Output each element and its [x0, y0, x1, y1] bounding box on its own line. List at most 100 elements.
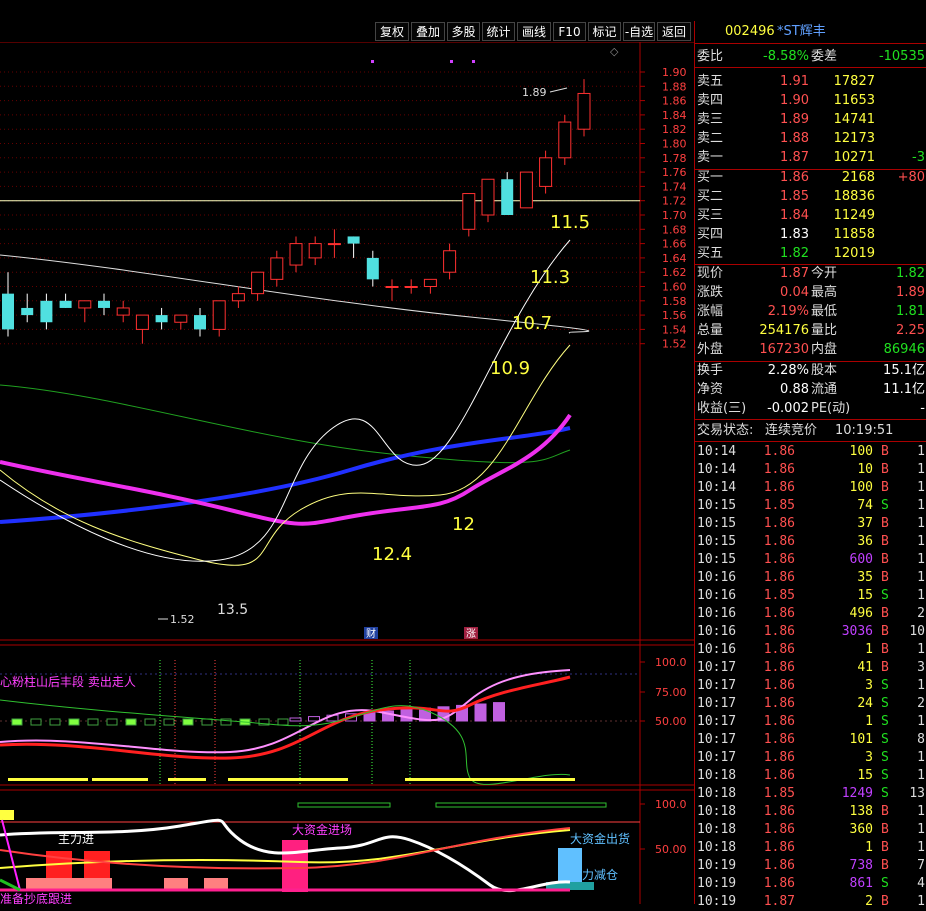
- tick-row[interactable]: 10:16 1.85 15 S 1: [695, 587, 926, 605]
- candle-body[interactable]: [462, 193, 476, 230]
- tick-row[interactable]: 10:16 1.86 3036 B 10: [695, 623, 926, 641]
- toolbar-button-0[interactable]: 复权: [375, 22, 409, 41]
- stat-value: -0.002: [767, 401, 809, 416]
- weicha-value: -10535: [878, 49, 925, 64]
- candle-body[interactable]: [539, 157, 553, 187]
- tick-row[interactable]: 10:15 1.86 37 B 1: [695, 515, 926, 533]
- tick-row[interactable]: 10:17 1.86 1 S 1: [695, 713, 926, 731]
- ask-row-4[interactable]: 卖一 1.87 10271 -3: [695, 148, 926, 167]
- diamond-icon[interactable]: ◇: [610, 45, 619, 58]
- stat2-row-2[interactable]: 收益(三) -0.002 PE(动) -: [695, 399, 926, 418]
- candle-body[interactable]: [59, 300, 72, 308]
- candle-body[interactable]: [40, 300, 53, 323]
- tick-row[interactable]: 10:18 1.86 138 B 1: [695, 803, 926, 821]
- toolbar-button-3[interactable]: 统计: [482, 22, 515, 41]
- kline-chart-area[interactable]: 1.901.88 1.861.841.82 1.801.781.761.74 1.72…: [0, 0, 694, 904]
- stat-row-0[interactable]: 现价 1.87 今开 1.82: [695, 264, 926, 283]
- tick-row[interactable]: 10:17 1.86 41 B 3: [695, 659, 926, 677]
- tick-row[interactable]: 10:15 1.86 600 B 1: [695, 551, 926, 569]
- stat-value: 1.87: [780, 266, 809, 281]
- toolbar-button-1[interactable]: 叠加: [411, 22, 445, 41]
- stat2-row-1[interactable]: 净资 0.88 流通 11.1亿: [695, 380, 926, 399]
- candle-body[interactable]: [385, 286, 399, 288]
- tick-row[interactable]: 10:19 1.86 861 S 4: [695, 875, 926, 893]
- candle-body[interactable]: [231, 293, 245, 302]
- candle-body[interactable]: [289, 243, 303, 266]
- candle-body[interactable]: [98, 300, 110, 308]
- price-tick-label: 1.86: [662, 95, 687, 108]
- candle-body[interactable]: [577, 92, 591, 130]
- tick-row[interactable]: 10:14 1.86 100 B 1: [695, 479, 926, 497]
- tick-bs: B: [881, 462, 889, 477]
- candle-body[interactable]: [366, 257, 379, 280]
- candle-body[interactable]: [423, 278, 437, 288]
- tick-row[interactable]: 10:19 1.87 2 B 1: [695, 893, 926, 911]
- tick-v: 100: [849, 480, 873, 495]
- ask-row-2[interactable]: 卖三 1.89 14741: [695, 110, 926, 129]
- bid-row-1[interactable]: 买二 1.85 18836: [695, 187, 926, 206]
- tick-row[interactable]: 10:15 1.86 36 B 1: [695, 533, 926, 551]
- candle-body[interactable]: [21, 307, 34, 316]
- ask-row-0[interactable]: 卖五 1.91 17827: [695, 72, 926, 91]
- ind2-axis-label: 100.0: [655, 798, 687, 811]
- toolbar-button-5[interactable]: F10: [553, 22, 586, 41]
- candle-body[interactable]: [481, 178, 495, 216]
- tick-row[interactable]: 10:17 1.86 24 S 2: [695, 695, 926, 713]
- candle-body[interactable]: [135, 314, 149, 330]
- candle-body[interactable]: [116, 307, 130, 316]
- candle-body[interactable]: [519, 171, 533, 209]
- tick-bs: B: [881, 480, 889, 495]
- candle-body[interactable]: [558, 121, 572, 159]
- tick-t: 10:15: [697, 534, 737, 549]
- tick-row[interactable]: 10:18 1.85 1249 S 13: [695, 785, 926, 803]
- tick-row[interactable]: 10:18 1.86 1 B 1: [695, 839, 926, 857]
- stat-row-3[interactable]: 总量 254176 量比 2.25: [695, 321, 926, 340]
- stat2-row-0[interactable]: 换手 2.28% 股本 15.1亿: [695, 361, 926, 380]
- tick-row[interactable]: 10:18 1.86 15 S 1: [695, 767, 926, 785]
- tick-bs: S: [881, 876, 889, 891]
- tick-row[interactable]: 10:14 1.86 100 B 1: [695, 443, 926, 461]
- candle-body[interactable]: [194, 315, 206, 330]
- stat-row-1[interactable]: 涨跌 0.04 最高 1.89: [695, 283, 926, 302]
- ind1-bar: [30, 718, 42, 726]
- bid-row-3[interactable]: 买四 1.83 11858: [695, 225, 926, 244]
- tick-row[interactable]: 10:14 1.86 10 B 1: [695, 461, 926, 479]
- candle-body[interactable]: [251, 271, 265, 295]
- candle-body[interactable]: [404, 286, 418, 288]
- candle-body[interactable]: [78, 300, 92, 309]
- toolbar-button-7[interactable]: -自选: [623, 22, 655, 41]
- stat-row-2[interactable]: 涨幅 2.19% 最低 1.81: [695, 302, 926, 321]
- tick-row[interactable]: 10:15 1.85 74 S 1: [695, 497, 926, 515]
- tick-row[interactable]: 10:17 1.86 3 S 1: [695, 677, 926, 695]
- tick-row[interactable]: 10:16 1.86 35 B 1: [695, 569, 926, 587]
- tick-row[interactable]: 10:16 1.86 1 B 1: [695, 641, 926, 659]
- candle-body[interactable]: [174, 314, 188, 323]
- big-out-label: 大资金出货: [570, 831, 630, 846]
- tick-row[interactable]: 10:17 1.86 3 S 1: [695, 749, 926, 767]
- candle-body[interactable]: [2, 293, 14, 330]
- tick-row[interactable]: 10:16 1.86 496 B 2: [695, 605, 926, 623]
- toolbar-button-2[interactable]: 多股: [447, 22, 480, 41]
- toolbar-button-6[interactable]: 标记: [588, 22, 621, 41]
- bid-row-0[interactable]: 买一 1.86 2168 +80: [695, 168, 926, 187]
- candle-body[interactable]: [308, 243, 322, 259]
- tick-row[interactable]: 10:17 1.86 101 S 8: [695, 731, 926, 749]
- candle-body[interactable]: [347, 236, 360, 244]
- candle-body[interactable]: [501, 179, 514, 215]
- candle-body[interactable]: [327, 243, 341, 246]
- candle-body[interactable]: [212, 300, 226, 330]
- ind1-bar: [277, 718, 289, 726]
- toolbar-button-4[interactable]: 画线: [517, 22, 551, 41]
- ask-row-3[interactable]: 卖二 1.88 12173: [695, 129, 926, 148]
- bid-row-2[interactable]: 买三 1.84 11249: [695, 206, 926, 225]
- ask-row-1[interactable]: 卖四 1.90 11653: [695, 91, 926, 110]
- candle-body[interactable]: [155, 315, 168, 323]
- tick-row[interactable]: 10:18 1.86 360 B 1: [695, 821, 926, 839]
- stat-row-4[interactable]: 外盘 167230 内盘 86946: [695, 340, 926, 359]
- toolbar-button-8[interactable]: 返回: [657, 22, 691, 41]
- candle-body[interactable]: [443, 250, 457, 273]
- candle-body[interactable]: [270, 257, 284, 280]
- ask-volume: 12173: [833, 131, 875, 146]
- tick-row[interactable]: 10:19 1.86 738 B 7: [695, 857, 926, 875]
- bid-row-4[interactable]: 买五 1.82 12019: [695, 244, 926, 263]
